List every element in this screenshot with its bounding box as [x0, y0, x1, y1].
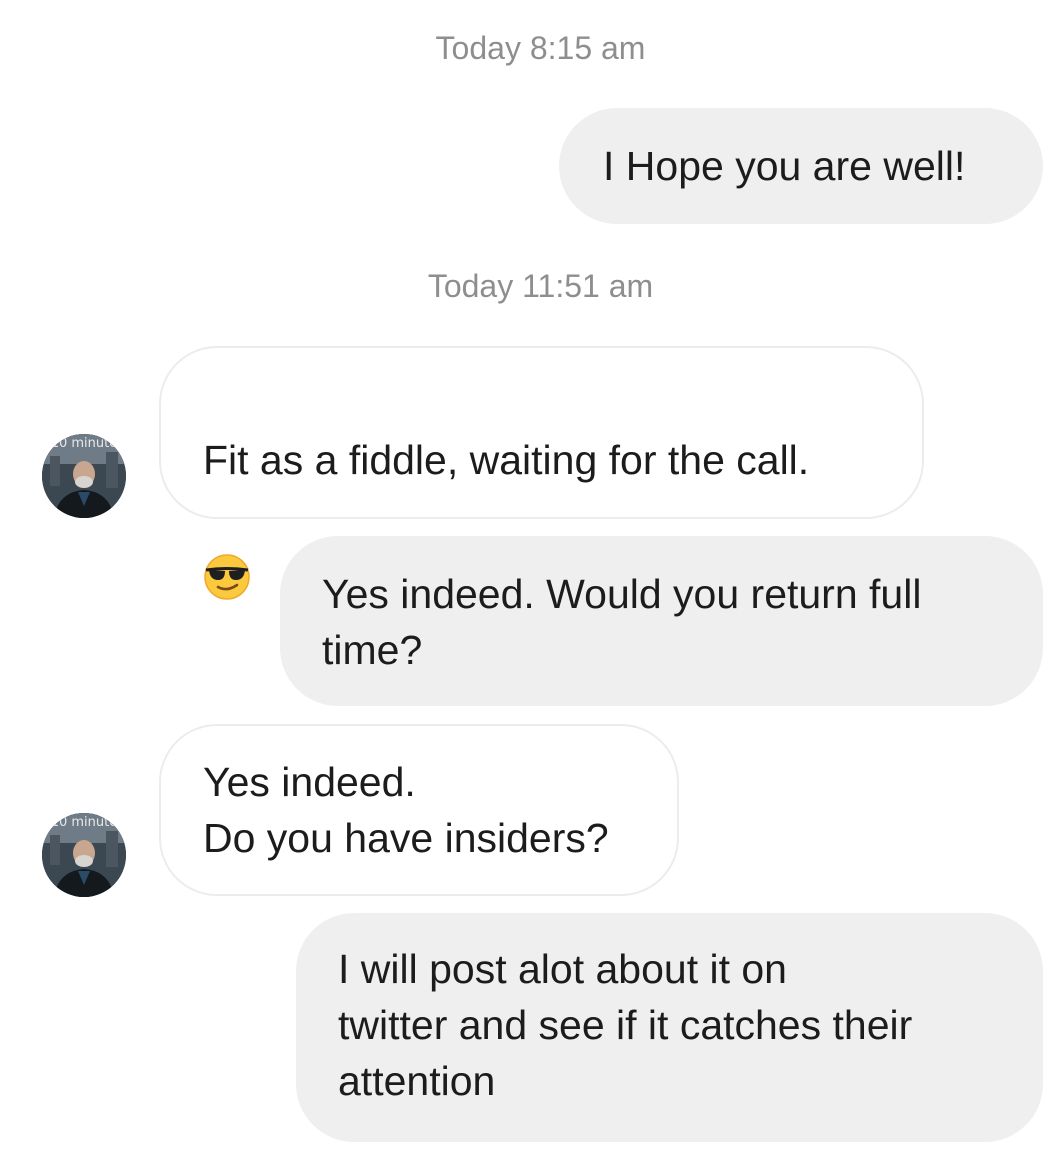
message-text: Fit as a fiddle, waiting for the call.: [203, 437, 810, 483]
sent-message-bubble[interactable]: I will post alot about it on twitter and…: [296, 913, 1043, 1142]
sunglasses-emoji-icon: [204, 554, 250, 600]
received-message-bubble[interactable]: Yes indeed. Do you have insiders?: [159, 724, 679, 896]
timestamp: Today 8:15 am: [435, 30, 646, 66]
avatar-overlay-text: -10 minutes: [46, 436, 124, 451]
contact-avatar[interactable]: -10 minutes: [42, 434, 126, 518]
received-message-bubble[interactable]: Fit as a fiddle, waiting for the call.: [159, 346, 924, 600]
contact-avatar[interactable]: -10 minutes: [42, 813, 126, 897]
sent-message-bubble[interactable]: Yes indeed. Would you return full time?: [280, 536, 1043, 706]
timestamp: Today 11:51 am: [427, 268, 654, 304]
sent-message-bubble[interactable]: I Hope you are well!: [559, 108, 1043, 224]
avatar-overlay-text: -10 minutes: [46, 815, 124, 830]
